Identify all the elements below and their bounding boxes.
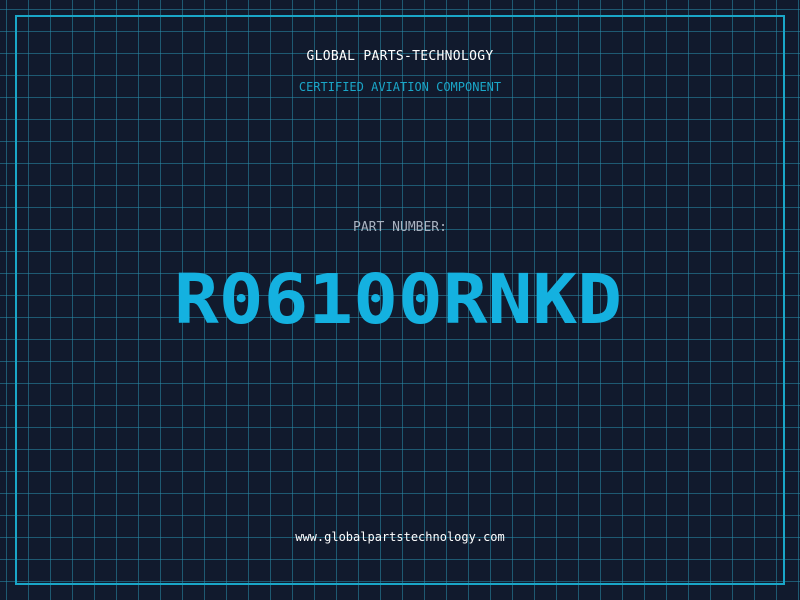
part-number-display: R06100RNKD — [174, 260, 622, 340]
certificate-card: GLOBAL PARTS-TECHNOLOGY CERTIFIED AVIATI… — [0, 0, 800, 600]
website-url: www.globalpartstechnology.com — [295, 530, 505, 544]
part-number-value: R06100RNKD — [174, 260, 622, 340]
